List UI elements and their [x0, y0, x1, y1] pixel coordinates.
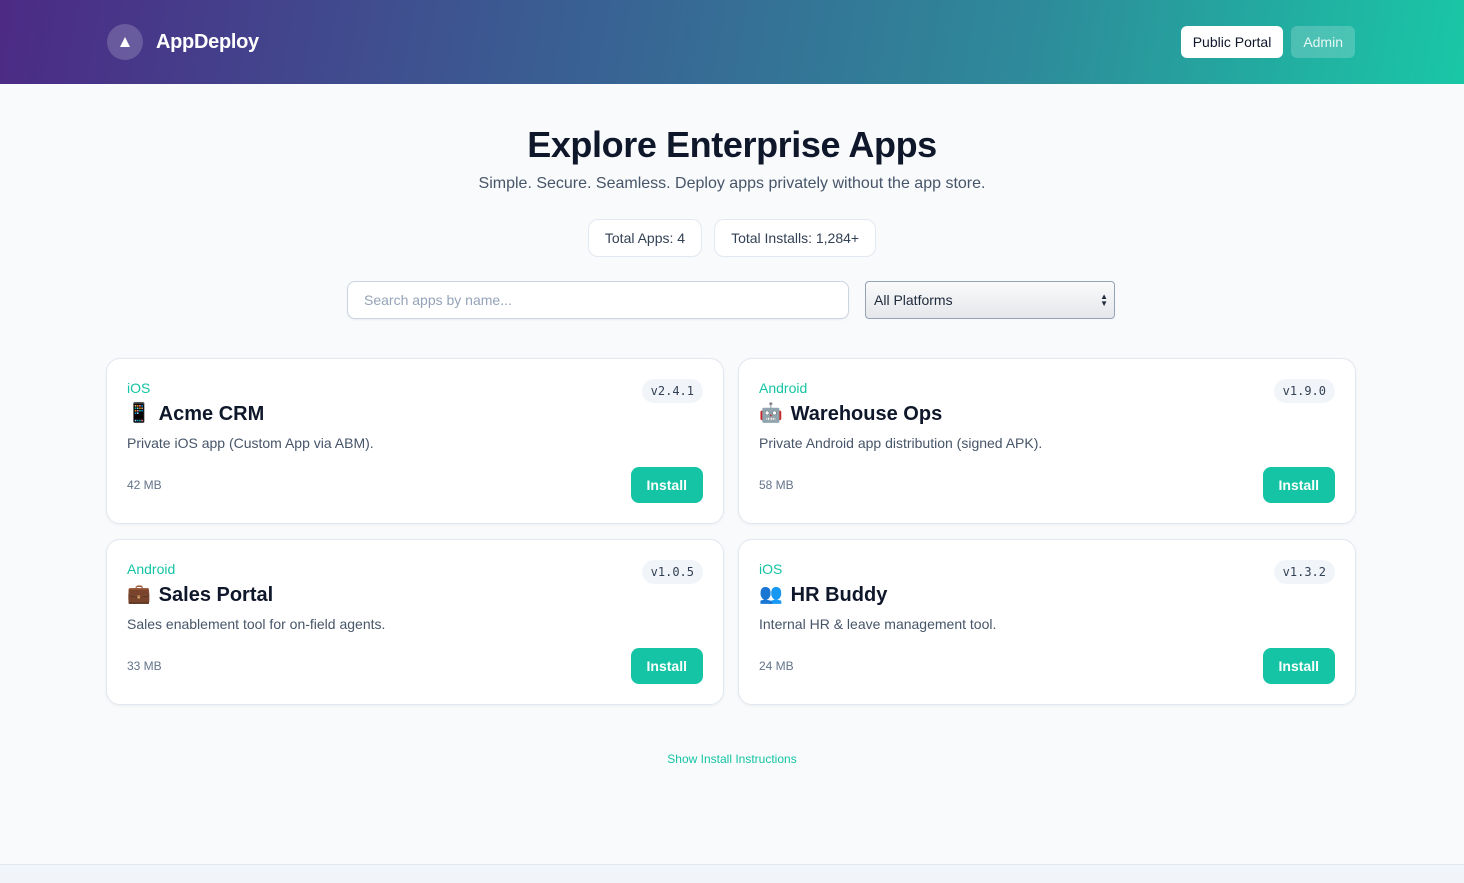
page-title: Explore Enterprise Apps	[527, 124, 937, 165]
app-title: 📱 Acme CRM	[127, 402, 703, 426]
card-footer: 33 MB Install	[127, 648, 703, 684]
app-title: 💼 Sales Portal	[127, 583, 703, 607]
platform-select-value: All Platforms	[874, 292, 953, 308]
public-portal-button[interactable]: Public Portal	[1180, 26, 1284, 58]
app-grid: iOS v2.4.1 📱 Acme CRM Private iOS app (C…	[0, 358, 1464, 705]
app-size: 42 MB	[127, 478, 162, 492]
search-input[interactable]	[347, 281, 849, 319]
install-button[interactable]: Install	[1262, 467, 1335, 503]
platform-tag: iOS	[127, 380, 151, 396]
total-installs-stat: Total Installs: 1,284+	[714, 219, 877, 257]
version-badge: v1.0.5	[641, 560, 703, 584]
robot-icon: 🤖	[759, 403, 783, 424]
app-description: Internal HR & leave management tool.	[759, 616, 997, 632]
filters-bar: All Platforms ▲▼	[0, 281, 1464, 319]
platform-tag: iOS	[759, 561, 783, 577]
top-header: AppDeploy Public Portal Admin	[0, 0, 1464, 84]
app-description: Private Android app distribution (signed…	[759, 435, 1043, 451]
briefcase-icon: 💼	[127, 584, 151, 605]
card-footer: 58 MB Install	[759, 467, 1335, 503]
app-card-acme-crm: iOS v2.4.1 📱 Acme CRM Private iOS app (C…	[106, 358, 724, 524]
version-badge: v1.9.0	[1273, 379, 1335, 403]
total-apps-stat: Total Apps: 4	[587, 219, 703, 257]
people-icon: 👥	[759, 584, 783, 605]
app-name: Sales Portal	[158, 584, 274, 606]
install-button[interactable]: Install	[630, 467, 703, 503]
top-nav: Public Portal Admin	[1180, 26, 1355, 58]
platform-tag: Android	[127, 561, 176, 577]
app-size: 33 MB	[127, 659, 162, 673]
app-card-hr-buddy: iOS v1.3.2 👥 HR Buddy Internal HR & leav…	[738, 539, 1356, 705]
app-card-sales-portal: Android v1.0.5 💼 Sales Portal Sales enab…	[106, 539, 724, 705]
bottom-bar	[0, 864, 1464, 883]
card-footer: 24 MB Install	[759, 648, 1335, 684]
page-subtitle: Simple. Secure. Seamless. Deploy apps pr…	[478, 175, 986, 192]
brand[interactable]: AppDeploy	[107, 24, 259, 60]
app-description: Sales enablement tool for on-field agent…	[127, 616, 386, 632]
triangle-icon	[107, 24, 143, 60]
app-size: 24 MB	[759, 659, 794, 673]
card-footer: 42 MB Install	[127, 467, 703, 503]
platform-tag: Android	[759, 380, 808, 396]
platform-select[interactable]: All Platforms ▲ ▼	[865, 281, 1115, 319]
app-title: 👥 HR Buddy	[759, 583, 1335, 607]
app-description: Private iOS app (Custom App via ABM).	[127, 435, 374, 451]
install-button[interactable]: Install	[630, 648, 703, 684]
show-install-instructions-link[interactable]: Show Install Instructions	[0, 752, 1464, 766]
install-button[interactable]: Install	[1262, 648, 1335, 684]
app-title: 🤖 Warehouse Ops	[759, 402, 1335, 426]
app-card-warehouse-ops: Android v1.9.0 🤖 Warehouse Ops Private A…	[738, 358, 1356, 524]
stats-row: Total Apps: 4 Total Installs: 1,284+	[0, 219, 1464, 257]
version-badge: v1.3.2	[1273, 560, 1335, 584]
mobile-phone-icon: 📱	[127, 403, 151, 424]
app-size: 58 MB	[759, 478, 794, 492]
brand-name: AppDeploy	[156, 30, 259, 53]
version-badge: v2.4.1	[641, 379, 703, 403]
app-name: Acme CRM	[158, 403, 265, 425]
select-arrows-icon: ▲ ▼	[1100, 292, 1108, 308]
app-name: HR Buddy	[790, 584, 888, 606]
app-name: Warehouse Ops	[790, 403, 943, 425]
admin-button[interactable]: Admin	[1291, 26, 1355, 58]
hero: Explore Enterprise Apps Simple. Secure. …	[0, 84, 1464, 193]
